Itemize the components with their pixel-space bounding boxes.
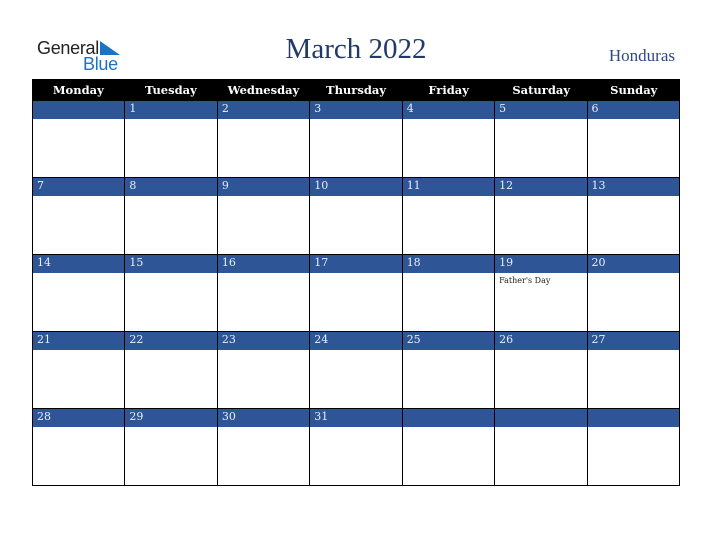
- day-cell[interactable]: 25: [402, 332, 496, 409]
- weekday-tuesday: Tuesday: [144, 83, 197, 97]
- day-cell[interactable]: [495, 409, 588, 486]
- day-cell[interactable]: 29: [125, 409, 218, 486]
- day-number: 15: [129, 256, 144, 269]
- week-cells: 21 22 23 24 25 26 27: [32, 332, 680, 409]
- day-number: 7: [37, 179, 44, 192]
- weekday-thursday: Thursday: [326, 83, 387, 97]
- day-number: 9: [221, 179, 229, 192]
- day-cell[interactable]: 6: [587, 101, 680, 178]
- week-row: 1 2 3 4 5 6: [32, 101, 680, 178]
- day-number: 13: [591, 179, 606, 192]
- day-cell[interactable]: 11: [402, 178, 496, 255]
- week-cells: 14 15 16 17 18 19 Father's Day 20: [32, 255, 680, 332]
- day-number: 3: [314, 102, 322, 115]
- day-cell[interactable]: 12: [495, 178, 588, 255]
- day-cell[interactable]: 2: [217, 101, 311, 178]
- weekday-header: Monday Tuesday Wednesday Thursday Friday Satu…: [32, 79, 680, 101]
- day-cell[interactable]: 13: [587, 178, 680, 255]
- week-row: 14 15 16 17 18 19 Father's Day 20: [32, 255, 680, 332]
- day-cell[interactable]: 1: [125, 101, 218, 178]
- day-number: 1: [129, 102, 137, 115]
- week-cells: 7 8 9 10 11 12 13: [32, 178, 680, 255]
- day-number: 20: [591, 256, 606, 269]
- day-number: 24: [314, 333, 329, 346]
- country-label: Honduras: [608, 46, 675, 65]
- day-number: 21: [37, 333, 51, 346]
- day-cell[interactable]: 4: [402, 101, 496, 178]
- day-cell[interactable]: 24: [310, 332, 403, 409]
- day-number: 10: [314, 179, 329, 192]
- day-cell[interactable]: 9: [217, 178, 311, 255]
- day-number: 26: [499, 333, 514, 346]
- day-number: 31: [314, 410, 329, 423]
- day-cell[interactable]: 8: [125, 178, 218, 255]
- week-row: 7 8 9 10 11 12 13: [32, 178, 680, 255]
- day-number: 30: [221, 410, 236, 423]
- day-cell[interactable]: 7: [33, 178, 126, 255]
- day-number: 27: [591, 333, 606, 346]
- weekday-saturday: Saturday: [512, 83, 571, 97]
- day-cell[interactable]: 28: [33, 409, 126, 486]
- calendar-grid: Monday Tuesday Wednesday Thursday Friday Satu…: [32, 79, 680, 486]
- day-number: 28: [37, 410, 51, 423]
- day-cell[interactable]: 19 Father's Day: [495, 255, 588, 332]
- week-row: 28 29 30 31: [32, 409, 680, 486]
- day-number: 4: [406, 102, 414, 115]
- day-number: 6: [591, 102, 599, 115]
- day-cell[interactable]: 10: [310, 178, 403, 255]
- day-number: 23: [221, 333, 236, 346]
- day-number: 18: [406, 256, 421, 269]
- day-number: 12: [499, 179, 514, 192]
- day-number: 16: [221, 256, 236, 269]
- weekday-monday: Monday: [52, 83, 104, 97]
- week-cells: 28 29 30 31: [32, 409, 680, 486]
- day-number: 2: [221, 102, 229, 115]
- day-cell[interactable]: 16: [217, 255, 311, 332]
- week-cells: 1 2 3 4 5 6: [32, 101, 680, 178]
- week-row: 21 22 23 24 25 26 27: [32, 332, 680, 409]
- day-cell[interactable]: [33, 101, 126, 178]
- day-number: 8: [129, 179, 137, 192]
- day-number: 29: [129, 410, 144, 423]
- day-cell[interactable]: [587, 409, 680, 486]
- weekday-wednesday: Wednesday: [227, 83, 300, 97]
- page-title: March 2022: [285, 33, 427, 65]
- day-cell[interactable]: 15: [125, 255, 218, 332]
- day-number: 25: [406, 333, 421, 346]
- day-cell[interactable]: 18: [402, 255, 496, 332]
- day-cell[interactable]: 5: [495, 101, 588, 178]
- day-number: 19: [499, 256, 514, 269]
- day-cell[interactable]: 20: [587, 255, 680, 332]
- day-cell[interactable]: 30: [217, 409, 311, 486]
- day-cell[interactable]: 17: [310, 255, 403, 332]
- day-cell[interactable]: 23: [217, 332, 311, 409]
- day-cell[interactable]: 26: [495, 332, 588, 409]
- day-number: 22: [129, 333, 144, 346]
- day-cell[interactable]: 27: [587, 332, 680, 409]
- day-number: 5: [499, 102, 507, 115]
- weekday-sunday: Sunday: [610, 83, 658, 97]
- day-cell[interactable]: 22: [125, 332, 218, 409]
- weekday-friday: Friday: [428, 83, 469, 97]
- day-cell[interactable]: 3: [310, 101, 403, 178]
- day-number: 14: [37, 256, 51, 269]
- day-cell[interactable]: 31: [310, 409, 403, 486]
- holiday-label: Father's Day: [499, 276, 551, 285]
- day-number: 11: [406, 179, 421, 192]
- day-cell[interactable]: 21: [33, 332, 126, 409]
- day-cell[interactable]: [402, 409, 496, 486]
- day-cell[interactable]: 14: [33, 255, 126, 332]
- day-number: 17: [314, 256, 329, 269]
